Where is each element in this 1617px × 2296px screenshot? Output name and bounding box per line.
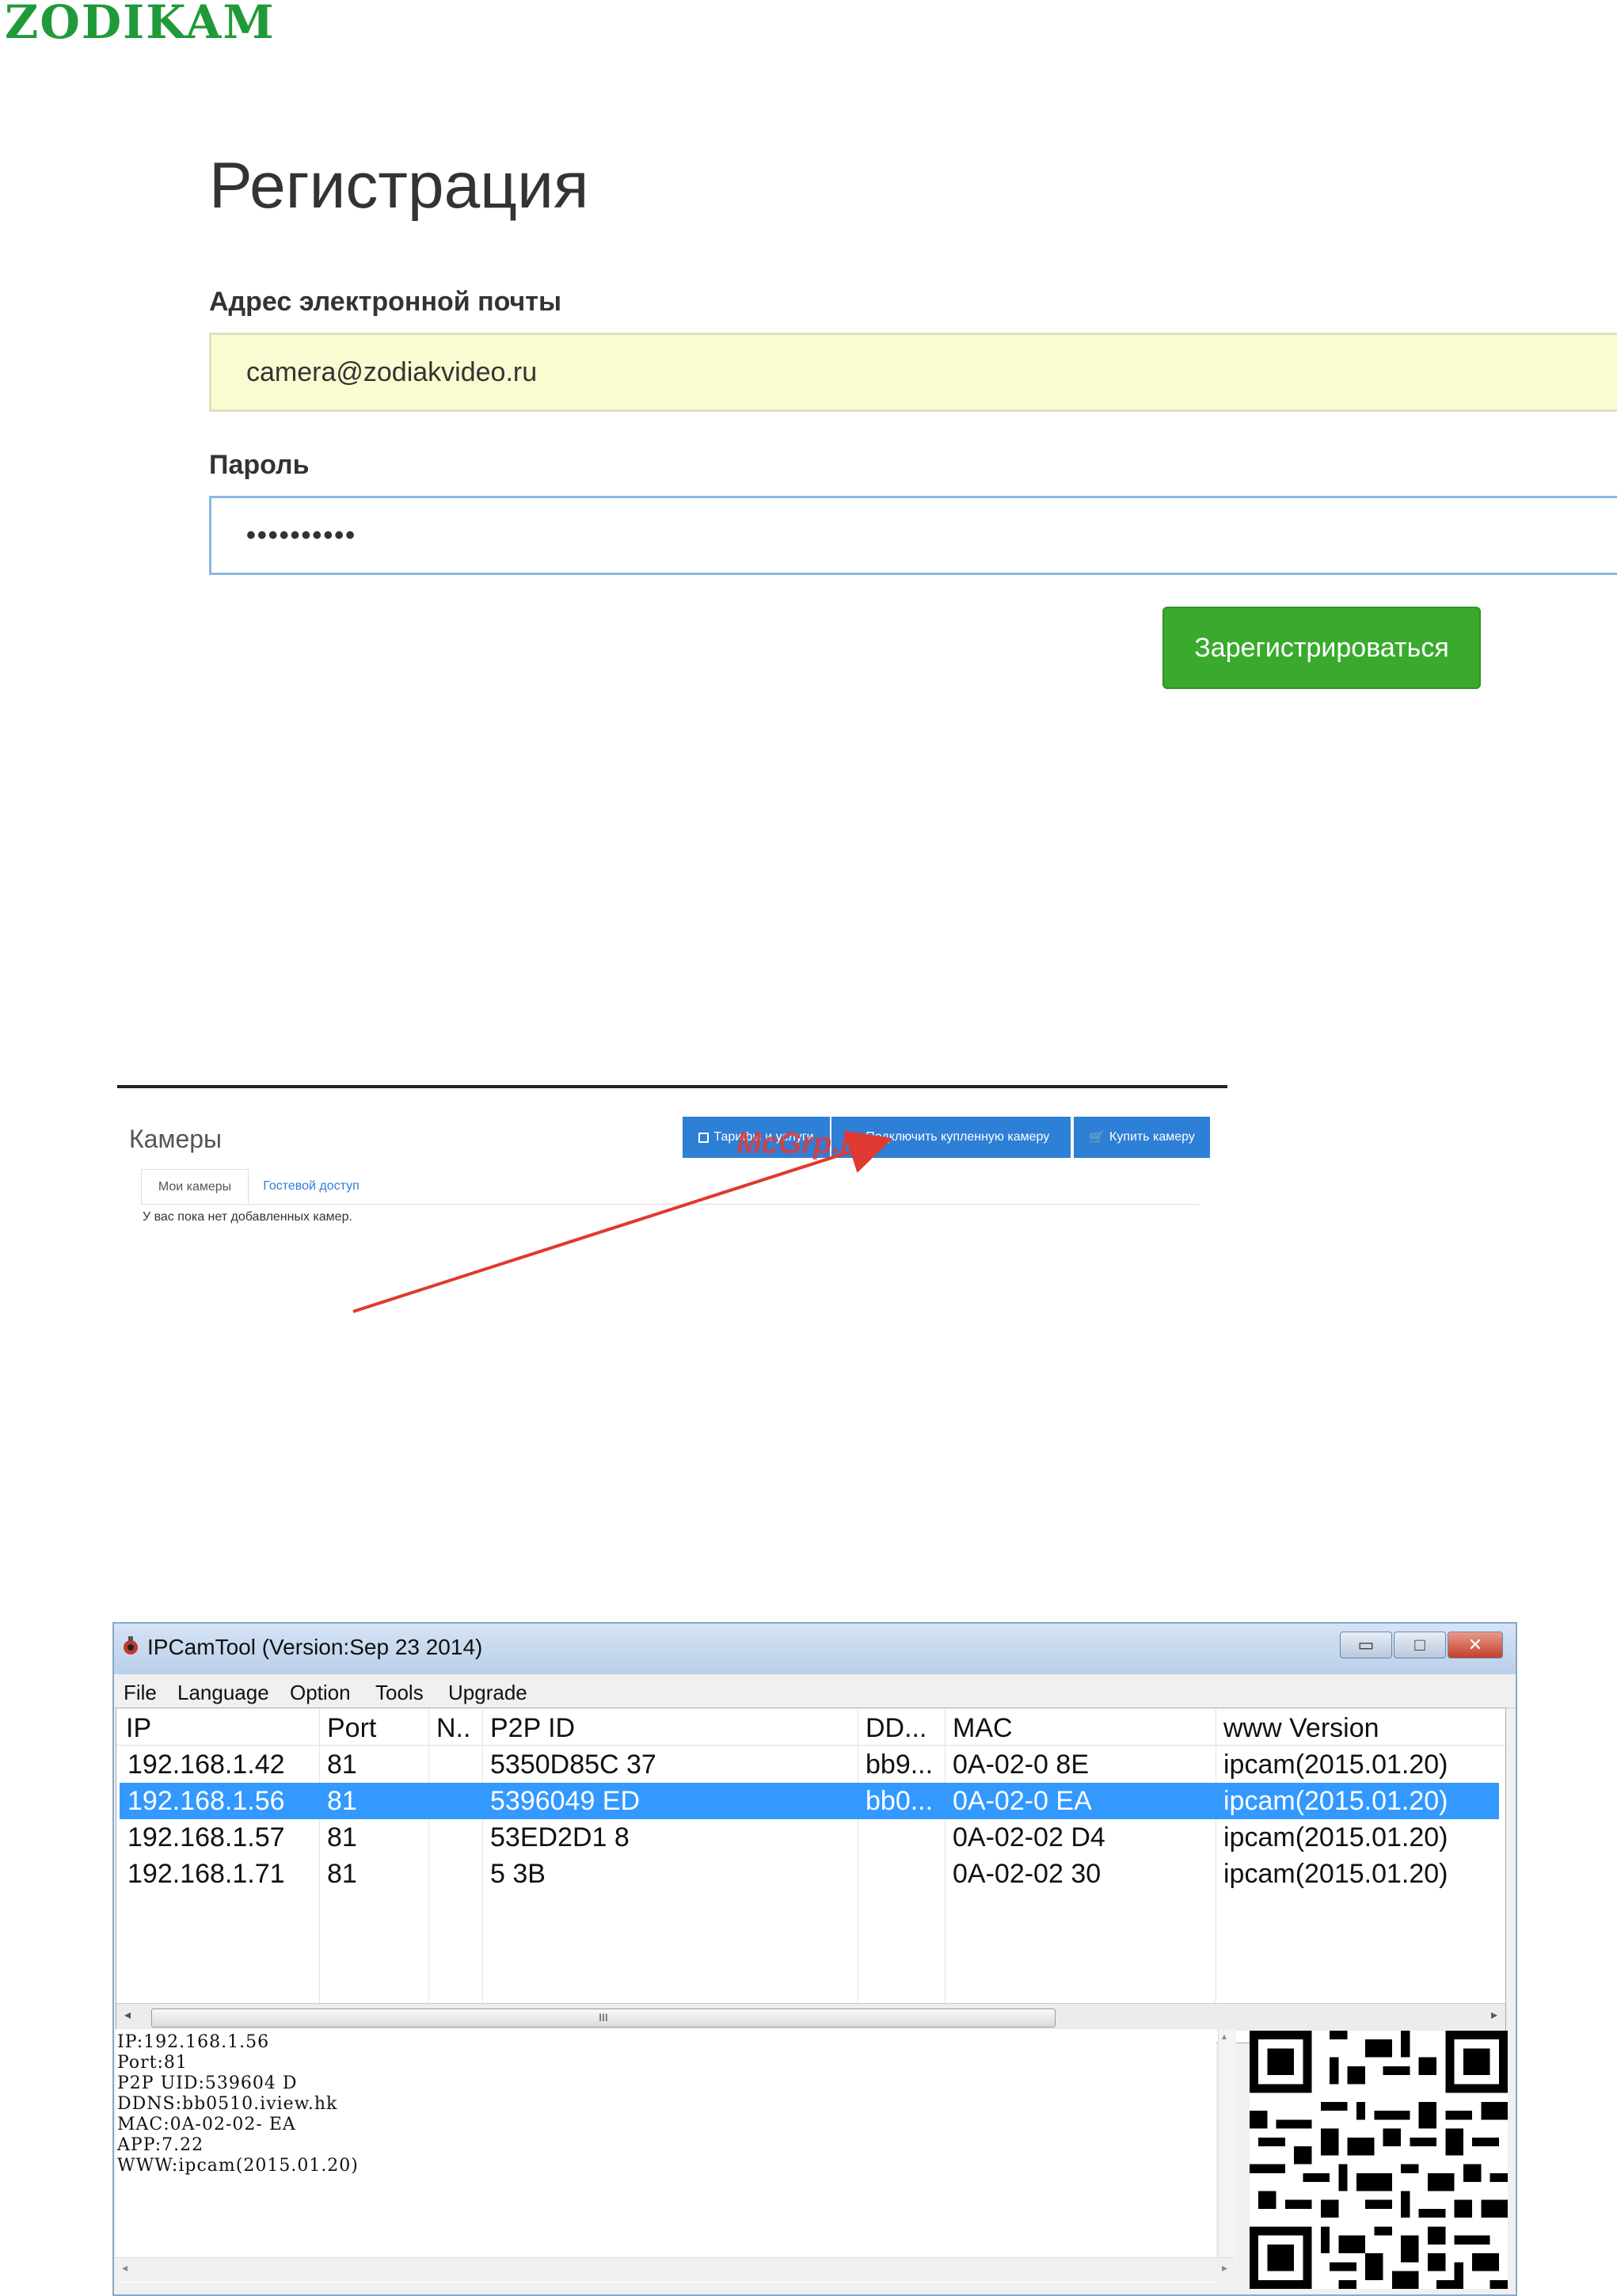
cell-mac: 0A-02-02 30 bbox=[953, 1859, 1101, 1889]
cell-port: 81 bbox=[327, 1786, 357, 1816]
scroll-right-icon[interactable]: ▸ bbox=[1491, 2007, 1497, 2023]
title-bar[interactable]: IPCamTool (Version:Sep 23 2014) ▭ □ ✕ bbox=[114, 1624, 1516, 1674]
table-row[interactable]: 192.168.1.42 81 5350D85C 37 bb9... 0A-02… bbox=[120, 1746, 1499, 1783]
minimize-button[interactable]: ▭ bbox=[1340, 1632, 1392, 1658]
menu-upgrade[interactable]: Upgrade bbox=[448, 1681, 527, 1705]
info-horizontal-scrollbar[interactable]: ◂ ▸ bbox=[114, 2257, 1235, 2282]
column-www-version[interactable]: www Version bbox=[1223, 1713, 1379, 1744]
info-www: WWW:ipcam(2015.01.20) bbox=[117, 2156, 359, 2176]
maximize-button[interactable]: □ bbox=[1394, 1632, 1446, 1658]
close-icon: ✕ bbox=[1467, 1635, 1483, 1654]
window-title: IPCamTool (Version:Sep 23 2014) bbox=[147, 1635, 483, 1659]
cell-p2p-id: 5396049 ED bbox=[490, 1786, 641, 1816]
table-row[interactable]: 192.168.1.57 81 53ED2D1 8 0A-02-02 D4 ip… bbox=[120, 1819, 1499, 1856]
cell-ip: 192.168.1.42 bbox=[127, 1750, 285, 1780]
device-info-panel: IP:192.168.1.56 Port:81 P2P UID:539604 D… bbox=[116, 2029, 1216, 2283]
cell-version: ipcam(2015.01.20) bbox=[1223, 1750, 1448, 1780]
cell-version: ipcam(2015.01.20) bbox=[1223, 1786, 1448, 1816]
watermark: McGrp.Ru bbox=[736, 1127, 881, 1160]
cell-port: 81 bbox=[327, 1750, 357, 1780]
cell-mac: 0A-02-0 8E bbox=[953, 1750, 1089, 1780]
app-icon bbox=[124, 1636, 138, 1654]
horizontal-scrollbar[interactable]: ◂ III ▸ bbox=[116, 2003, 1505, 2031]
maximize-icon: □ bbox=[1414, 1635, 1425, 1654]
cell-p2p-id: 53ED2D1 8 bbox=[490, 1822, 630, 1852]
info-ip: IP:192.168.1.56 bbox=[117, 2032, 270, 2052]
table-row[interactable]: 192.168.1.71 81 5 3B 0A-02-02 30 ipcam(2… bbox=[120, 1856, 1499, 1892]
cell-port: 81 bbox=[327, 1859, 357, 1889]
qr-code-icon bbox=[1250, 2031, 1508, 2289]
cell-mac: 0A-02-0 EA bbox=[953, 1786, 1092, 1816]
info-app: APP:7.22 bbox=[117, 2135, 204, 2155]
cell-ddns: bb0... bbox=[866, 1786, 934, 1816]
table-row-selected[interactable]: 192.168.1.56 81 5396049 ED bb0... 0A-02-… bbox=[120, 1783, 1499, 1819]
menu-option[interactable]: Option bbox=[290, 1681, 351, 1705]
info-vertical-scrollbar[interactable]: ▴ ▾ bbox=[1218, 2029, 1236, 2275]
close-button[interactable]: ✕ bbox=[1448, 1632, 1503, 1658]
cell-port: 81 bbox=[327, 1822, 357, 1852]
column-mac[interactable]: MAC bbox=[953, 1713, 1013, 1744]
scroll-thumb[interactable]: III bbox=[151, 2009, 1056, 2028]
cell-version: ipcam(2015.01.20) bbox=[1223, 1822, 1448, 1852]
info-port: Port:81 bbox=[117, 2053, 188, 2073]
device-list[interactable]: IP Port N.. P2P ID DD... MAC www Version… bbox=[116, 1708, 1506, 2043]
column-name[interactable]: N.. bbox=[436, 1713, 470, 1744]
info-p2p-uid: P2P UID:539604 D bbox=[117, 2073, 298, 2093]
column-port[interactable]: Port bbox=[327, 1713, 376, 1744]
scroll-left-icon[interactable]: ◂ bbox=[122, 2261, 127, 2275]
cell-version: ipcam(2015.01.20) bbox=[1223, 1859, 1448, 1889]
cell-p2p-id: 5350D85C 37 bbox=[490, 1750, 656, 1780]
menu-bar: File Language Option Tools Upgrade bbox=[114, 1674, 1516, 1708]
list-header: IP Port N.. P2P ID DD... MAC www Version bbox=[116, 1708, 1505, 1746]
column-p2p-id[interactable]: P2P ID bbox=[490, 1713, 575, 1744]
scroll-left-icon[interactable]: ◂ bbox=[124, 2007, 131, 2023]
menu-file[interactable]: File bbox=[124, 1681, 157, 1705]
menu-tools[interactable]: Tools bbox=[375, 1681, 424, 1705]
info-ddns: DDNS:bb0510.iview.hk bbox=[117, 2094, 338, 2114]
cell-ip: 192.168.1.57 bbox=[127, 1822, 285, 1852]
info-mac: MAC:0A-02-02- EA bbox=[117, 2115, 296, 2134]
cell-ddns: bb9... bbox=[866, 1750, 934, 1780]
minimize-icon: ▭ bbox=[1357, 1635, 1375, 1654]
cell-ip: 192.168.1.56 bbox=[127, 1786, 285, 1816]
menu-language[interactable]: Language bbox=[177, 1681, 269, 1705]
cell-ip: 192.168.1.71 bbox=[127, 1859, 285, 1889]
scroll-right-icon[interactable]: ▸ bbox=[1222, 2261, 1227, 2275]
column-ddns[interactable]: DD... bbox=[866, 1713, 926, 1744]
scroll-up-icon[interactable]: ▴ bbox=[1222, 2031, 1227, 2042]
cell-mac: 0A-02-02 D4 bbox=[953, 1822, 1105, 1852]
column-ip[interactable]: IP bbox=[126, 1713, 151, 1744]
cell-p2p-id: 5 3B bbox=[490, 1859, 546, 1889]
ipcamtool-window: IPCamTool (Version:Sep 23 2014) ▭ □ ✕ Fi… bbox=[112, 1622, 1517, 2296]
